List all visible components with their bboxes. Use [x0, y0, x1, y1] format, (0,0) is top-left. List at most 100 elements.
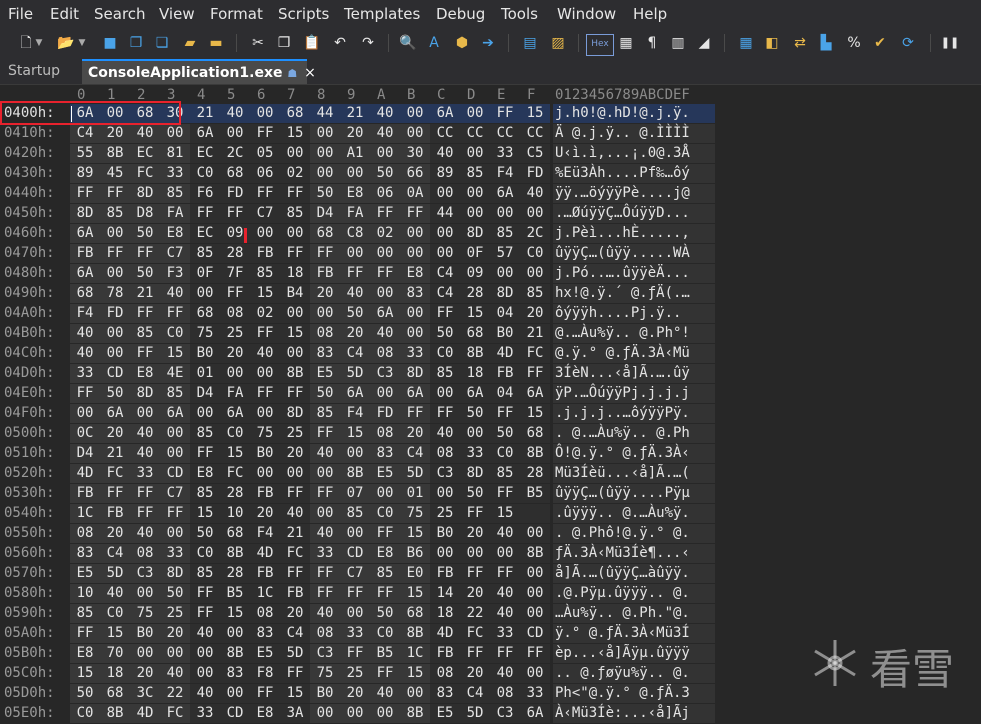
hex-byte[interactable]: C4 [400, 445, 430, 461]
hex-byte[interactable]: 75 [400, 505, 430, 521]
hex-byte[interactable]: EC [130, 145, 160, 161]
goto-icon[interactable]: ➔ [478, 33, 498, 53]
hex-byte[interactable]: 81 [160, 145, 190, 161]
hex-byte[interactable]: 00 [130, 405, 160, 421]
hex-byte[interactable]: 40 [130, 445, 160, 461]
hex-byte[interactable]: FF [100, 485, 130, 501]
hex-byte[interactable]: FD [100, 305, 130, 321]
ascii-text[interactable]: ÿÿ.…öýÿÿPè....j@ [555, 185, 690, 201]
hex-byte[interactable]: 15 [160, 345, 190, 361]
hex-byte[interactable]: C4 [430, 285, 460, 301]
save-all-icon[interactable]: ❏ [152, 33, 172, 53]
hex-byte[interactable]: 00 [220, 365, 250, 381]
hex-byte[interactable]: 00 [250, 105, 280, 121]
hex-byte[interactable]: 15 [400, 525, 430, 541]
hex-byte[interactable]: 83 [370, 445, 400, 461]
hex-byte[interactable]: 00 [220, 685, 250, 701]
hex-byte[interactable]: 6A [400, 385, 430, 401]
hex-byte[interactable]: 00 [100, 325, 130, 341]
hex-byte[interactable]: 50 [310, 385, 340, 401]
hex-byte[interactable]: FD [520, 165, 550, 181]
hex-byte[interactable]: FF [160, 505, 190, 521]
hex-byte[interactable]: 85 [310, 405, 340, 421]
hex-byte[interactable]: FF [280, 185, 310, 201]
hex-byte[interactable]: CC [490, 125, 520, 141]
hex-byte[interactable]: FF [310, 245, 340, 261]
hex-byte[interactable]: CD [160, 465, 190, 481]
hex-byte[interactable]: 00 [340, 525, 370, 541]
hex-byte[interactable]: 40 [370, 685, 400, 701]
save-icon[interactable]: ■ [100, 33, 120, 53]
hex-byte[interactable]: FB [280, 585, 310, 601]
hex-byte[interactable]: 8D [490, 285, 520, 301]
ascii-text[interactable]: %Eü3Àh....Pf‰…ôý [555, 165, 690, 181]
hex-byte[interactable]: 40 [490, 585, 520, 601]
columns-icon[interactable]: ▥ [668, 33, 688, 53]
hex-byte[interactable]: FF [280, 385, 310, 401]
hex-byte[interactable]: EC [190, 225, 220, 241]
hex-byte[interactable]: 8D [130, 385, 160, 401]
hex-byte[interactable]: 00 [160, 445, 190, 461]
hex-byte[interactable]: 00 [310, 465, 340, 481]
hex-byte[interactable]: FB [430, 565, 460, 581]
ascii-text[interactable]: Ô!@.ÿ.° @.ƒÄ.3À‹ [555, 445, 690, 461]
hex-byte[interactable]: 33 [310, 545, 340, 561]
hex-byte[interactable]: 50 [70, 685, 100, 701]
hex-byte[interactable]: 15 [280, 125, 310, 141]
hex-byte[interactable]: C0 [490, 445, 520, 461]
hex-byte[interactable]: B6 [400, 545, 430, 561]
hex-byte[interactable]: 70 [100, 645, 130, 661]
hex-byte[interactable]: 89 [70, 165, 100, 181]
cut-icon[interactable]: ✂ [248, 33, 268, 53]
hex-byte[interactable]: 85 [430, 365, 460, 381]
hex-byte[interactable]: 15 [490, 505, 520, 521]
hex-byte[interactable]: 00 [520, 665, 550, 681]
hex-byte[interactable]: 08 [220, 305, 250, 321]
hex-byte[interactable]: 50 [130, 265, 160, 281]
hex-byte[interactable]: 15 [220, 445, 250, 461]
hex-byte[interactable]: FF [280, 485, 310, 501]
hex-byte[interactable]: 33 [490, 145, 520, 161]
hex-byte[interactable]: FF [340, 645, 370, 661]
hex-byte[interactable]: 0C [70, 425, 100, 441]
hex-byte[interactable]: FF [430, 305, 460, 321]
hex-byte[interactable]: 00 [190, 285, 220, 301]
hex-byte[interactable]: 40 [310, 605, 340, 621]
hex-byte[interactable]: 20 [340, 685, 370, 701]
hex-byte[interactable]: 68 [400, 605, 430, 621]
hex-byte[interactable]: 68 [280, 105, 310, 121]
hex-byte[interactable]: 21 [520, 325, 550, 341]
hex-byte[interactable]: 00 [370, 485, 400, 501]
hex-byte[interactable]: FF [130, 305, 160, 321]
hex-byte[interactable]: 40 [70, 325, 100, 341]
hex-byte[interactable]: 00 [400, 305, 430, 321]
hex-byte[interactable]: 50 [130, 225, 160, 241]
hex-byte[interactable]: F4 [250, 525, 280, 541]
close-icon[interactable]: × [304, 65, 316, 81]
hex-byte[interactable]: 08 [430, 665, 460, 681]
hex-byte[interactable]: 40 [490, 605, 520, 621]
hex-byte[interactable]: 10 [220, 505, 250, 521]
hex-byte[interactable]: 40 [370, 105, 400, 121]
hex-byte[interactable]: FF [400, 405, 430, 421]
hex-byte[interactable]: 33 [130, 465, 160, 481]
hex-byte[interactable]: 68 [310, 225, 340, 241]
hex-byte[interactable]: C0 [220, 425, 250, 441]
ascii-text[interactable]: ÿ.° @.ƒÄ.3À‹Mü3Í [555, 625, 690, 641]
checksum-icon[interactable]: % [844, 33, 864, 53]
hex-byte[interactable]: FF [490, 485, 520, 501]
hex-byte[interactable]: 00 [250, 465, 280, 481]
hex-byte[interactable]: 85 [70, 605, 100, 621]
hex-byte[interactable]: 00 [190, 405, 220, 421]
open-icon[interactable]: 📂 [56, 33, 76, 53]
hex-byte[interactable]: 50 [490, 425, 520, 441]
hex-mode-icon[interactable]: Hex [586, 34, 614, 56]
hex-byte[interactable]: 09 [460, 265, 490, 281]
menu-file[interactable]: File [8, 5, 33, 23]
hex-byte[interactable]: C7 [340, 565, 370, 581]
hex-byte[interactable]: 20 [220, 345, 250, 361]
chevron-down-icon[interactable]: ▼ [34, 33, 44, 53]
hex-byte[interactable]: FF [130, 345, 160, 361]
hex-byte[interactable]: 00 [310, 305, 340, 321]
ascii-text[interactable]: .@.Pÿµ.ûÿÿÿ.. @. [555, 585, 690, 601]
